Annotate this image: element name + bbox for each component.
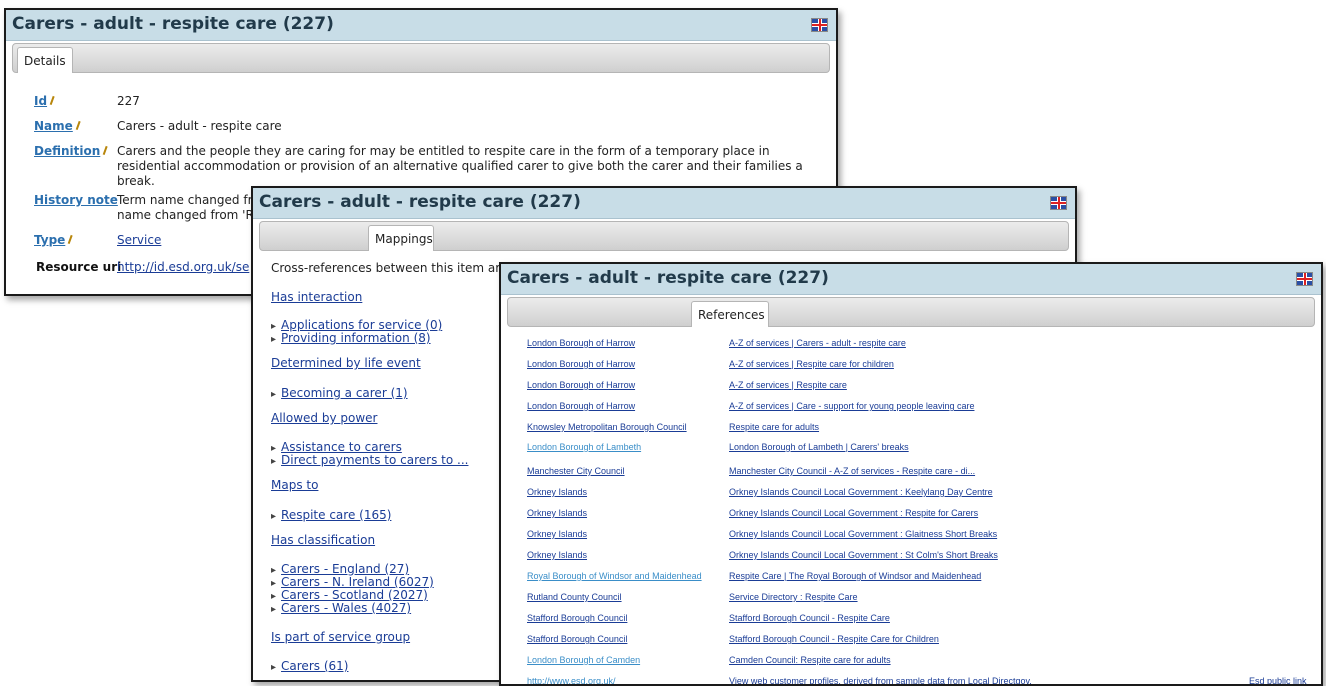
edit-pencil-icon[interactable] xyxy=(102,145,114,158)
reference-page-link[interactable]: Orkney Islands Council Local Government … xyxy=(729,508,978,518)
reference-org-link[interactable]: Royal Borough of Windsor and Maidenhead xyxy=(527,571,702,581)
reference-org-link[interactable]: London Borough of Camden xyxy=(527,655,640,665)
history-note-label[interactable]: History note xyxy=(34,193,118,207)
mapping-item[interactable]: Carers - England (27) xyxy=(271,562,409,576)
tab-details[interactable]: Details xyxy=(17,47,73,73)
definition-value: Carers and the people they are caring fo… xyxy=(117,144,803,188)
mapping-item[interactable]: Carers (61) xyxy=(271,659,348,673)
reference-page-link[interactable]: Respite Care | The Royal Borough of Wind… xyxy=(729,571,981,581)
reference-org-link[interactable]: Stafford Borough Council xyxy=(527,634,627,644)
reference-page-link[interactable]: Stafford Borough Council - Respite Care xyxy=(729,613,890,623)
reference-page-link[interactable]: Stafford Borough Council - Respite Care … xyxy=(729,634,939,644)
uk-flag-icon[interactable] xyxy=(1050,196,1067,210)
definition-label[interactable]: Definition xyxy=(34,144,114,158)
reference-page-link[interactable]: A-Z of services | Respite care for child… xyxy=(729,359,894,369)
reference-org-link[interactable]: London Borough of Harrow xyxy=(527,359,635,369)
reference-page-link[interactable]: A-Z of services | Respite care xyxy=(729,380,847,390)
id-value: 227 xyxy=(117,94,140,108)
reference-org-link[interactable]: Orkney Islands xyxy=(527,508,587,518)
mapping-item[interactable]: Direct payments to carers to ... xyxy=(271,453,468,467)
id-label[interactable]: Id xyxy=(34,94,61,108)
mapping-item[interactable]: Carers - N. Ireland (6027) xyxy=(271,575,434,589)
mapping-item[interactable]: Carers - Wales (4027) xyxy=(271,601,411,615)
edit-pencil-icon[interactable] xyxy=(68,234,79,247)
reference-org-link[interactable]: Orkney Islands xyxy=(527,550,587,560)
mappings-title: Carers - adult - respite care (227) xyxy=(259,192,581,212)
reference-page-link[interactable]: Respite care for adults xyxy=(729,422,819,432)
mapping-item[interactable]: Assistance to carers xyxy=(271,440,402,454)
reference-page-link[interactable]: Manchester City Council - A-Z of service… xyxy=(729,466,975,476)
details-titlebar: Carers - adult - respite care (227) xyxy=(6,10,836,41)
reference-org-link[interactable]: Orkney Islands xyxy=(527,529,587,539)
reference-page-link[interactable]: Orkney Islands Council Local Government … xyxy=(729,487,993,497)
name-label[interactable]: Name xyxy=(34,119,87,133)
mapping-item[interactable]: Carers - Scotland (2027) xyxy=(271,588,428,602)
esd-public-link[interactable]: Esd public link xyxy=(1249,676,1307,684)
section-has-interaction[interactable]: Has interaction xyxy=(271,290,362,304)
section-is-part-of-service-group[interactable]: Is part of service group xyxy=(271,630,410,644)
uk-flag-icon[interactable] xyxy=(811,18,828,32)
reference-page-link[interactable]: Orkney Islands Council Local Government … xyxy=(729,550,998,560)
edit-pencil-icon[interactable] xyxy=(49,95,61,108)
type-label[interactable]: Type xyxy=(34,233,79,247)
mappings-titlebar: Carers - adult - respite care (227) xyxy=(253,188,1075,219)
section-maps-to[interactable]: Maps to xyxy=(271,478,318,492)
section-determined-by-life-event[interactable]: Determined by life event xyxy=(271,356,421,370)
references-panel: Carers - adult - respite care (227) Refe… xyxy=(499,262,1323,686)
references-tabbar: References xyxy=(507,297,1315,327)
reference-org-link[interactable]: Manchester City Council xyxy=(527,466,625,476)
reference-org-link[interactable]: Rutland County Council xyxy=(527,592,622,602)
references-title: Carers - adult - respite care (227) xyxy=(507,268,829,288)
mapping-item[interactable]: Providing information (8) xyxy=(271,331,431,345)
reference-org-link[interactable]: Stafford Borough Council xyxy=(527,613,627,623)
section-has-classification[interactable]: Has classification xyxy=(271,533,375,547)
mappings-tabbar: Mappings xyxy=(259,221,1069,251)
reference-page-link[interactable]: Orkney Islands Council Local Government … xyxy=(729,529,997,539)
reference-page-link[interactable]: London Borough of Lambeth | Carers' brea… xyxy=(729,442,909,452)
reference-org-link[interactable]: http://www.esd.org.uk/ xyxy=(527,676,616,684)
reference-page-link[interactable]: A-Z of services | Carers - adult - respi… xyxy=(729,338,906,348)
details-title: Carers - adult - respite care (227) xyxy=(12,14,334,34)
history-note-value: Term name changed fr name changed from 'R… xyxy=(117,193,261,222)
reference-org-link[interactable]: Knowsley Metropolitan Borough Council xyxy=(527,422,687,432)
name-value: Carers - adult - respite care xyxy=(117,119,282,133)
reference-org-link[interactable]: Orkney Islands xyxy=(527,487,587,497)
reference-org-link[interactable]: London Borough of Harrow xyxy=(527,380,635,390)
mappings-intro: Cross-references between this item ar xyxy=(271,261,501,275)
reference-page-link[interactable]: A-Z of services | Care - support for you… xyxy=(729,401,974,411)
references-titlebar: Carers - adult - respite care (227) xyxy=(501,264,1321,295)
mapping-item[interactable]: Respite care (165) xyxy=(271,508,391,522)
mapping-item[interactable]: Becoming a carer (1) xyxy=(271,386,408,400)
reference-page-link[interactable]: Service Directory : Respite Care xyxy=(729,592,858,602)
reference-org-link[interactable]: London Borough of Harrow xyxy=(527,338,635,348)
edit-pencil-icon[interactable] xyxy=(75,120,87,133)
resource-uri-label: Resource uri xyxy=(36,260,122,274)
mapping-item[interactable]: Applications for service (0) xyxy=(271,318,442,332)
reference-page-link[interactable]: View web customer profiles, derived from… xyxy=(729,676,1032,684)
tab-references[interactable]: References xyxy=(691,301,769,327)
tab-mappings[interactable]: Mappings xyxy=(368,225,434,251)
details-tabbar: Details xyxy=(12,43,830,73)
reference-org-link[interactable]: London Borough of Lambeth xyxy=(527,442,641,452)
reference-org-link[interactable]: London Borough of Harrow xyxy=(527,401,635,411)
reference-page-link[interactable]: Camden Council: Respite care for adults xyxy=(729,655,891,665)
section-allowed-by-power[interactable]: Allowed by power xyxy=(271,411,377,425)
uk-flag-icon[interactable] xyxy=(1296,272,1313,286)
